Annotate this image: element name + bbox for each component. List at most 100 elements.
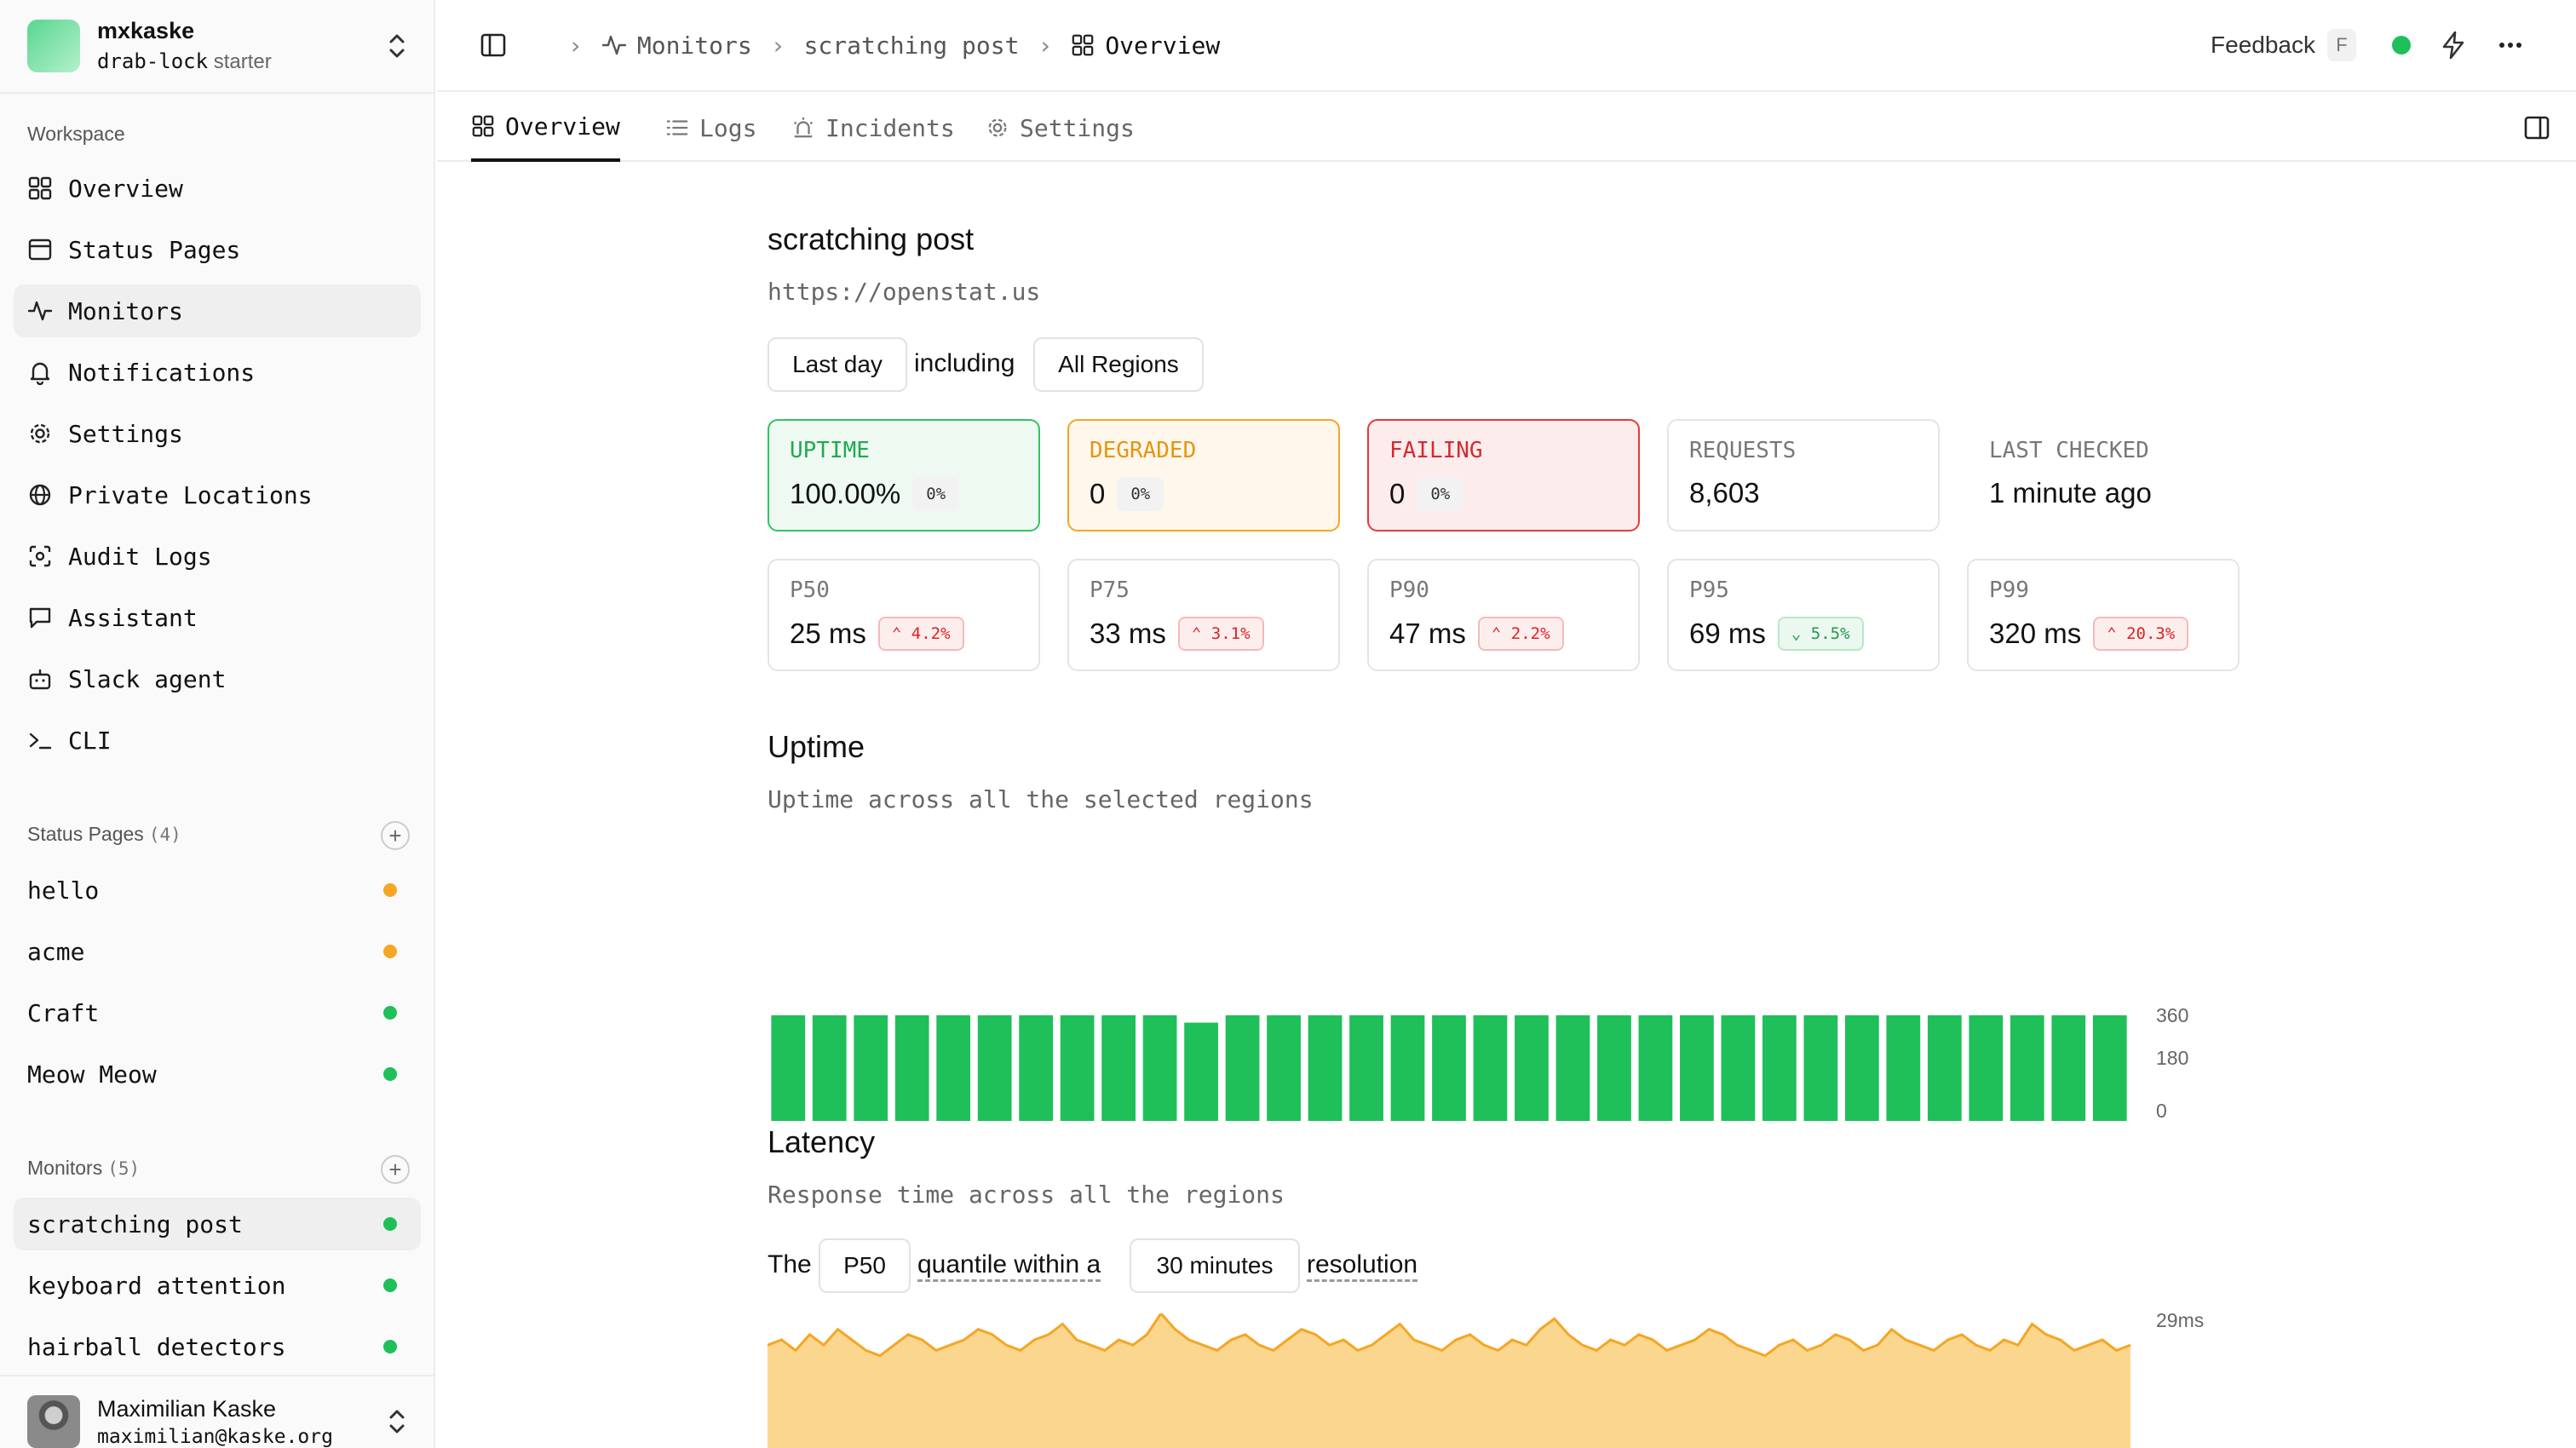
status-dot bbox=[383, 883, 397, 897]
tab-overview[interactable]: Overview bbox=[471, 94, 620, 162]
regions-select[interactable]: All Regions bbox=[1033, 337, 1204, 392]
uptime-bar[interactable] bbox=[854, 1015, 888, 1121]
sidebar-item-settings[interactable]: Settings bbox=[14, 407, 421, 460]
bell-icon bbox=[30, 362, 50, 385]
time-range-select[interactable]: Last day bbox=[768, 337, 907, 392]
uptime-bar[interactable] bbox=[1019, 1015, 1054, 1121]
chevrons-up-down-icon[interactable] bbox=[383, 29, 411, 63]
latency-label: P50 bbox=[790, 577, 830, 603]
uptime-bar[interactable] bbox=[1555, 1015, 1590, 1121]
latency-label: P95 bbox=[1689, 577, 1729, 603]
uptime-bar[interactable] bbox=[1597, 1015, 1631, 1121]
sidebar-item-assistant[interactable]: Assistant bbox=[14, 591, 421, 644]
stat-badge: 0% bbox=[1417, 477, 1464, 511]
uptime-bar[interactable] bbox=[2092, 1015, 2127, 1121]
uptime-bar[interactable] bbox=[1886, 1015, 1921, 1121]
uptime-bar[interactable] bbox=[1762, 1015, 1797, 1121]
monitors-section-label: Monitors (5) bbox=[27, 1157, 141, 1179]
sidebar-item-overview[interactable]: Overview bbox=[14, 162, 421, 215]
sidebar-item-audit-logs[interactable]: Audit Logs bbox=[14, 530, 421, 583]
panel-right-icon[interactable] bbox=[2523, 114, 2550, 141]
uptime-bar[interactable] bbox=[1721, 1015, 1756, 1121]
monitor-item[interactable]: keyboard attention bbox=[14, 1259, 421, 1312]
uptime-bar[interactable] bbox=[894, 1015, 929, 1121]
uptime-bar[interactable] bbox=[1638, 1015, 1673, 1121]
uptime-bar[interactable] bbox=[1349, 1015, 1383, 1121]
user-menu[interactable]: Maximilian Kaske maximilian@kaske.org bbox=[27, 1395, 411, 1448]
uptime-bar[interactable] bbox=[1308, 1015, 1343, 1121]
uptime-bar[interactable] bbox=[936, 1015, 971, 1121]
uptime-bar[interactable] bbox=[1927, 1015, 1962, 1121]
list-icon bbox=[666, 120, 688, 135]
status-dot bbox=[383, 1217, 397, 1231]
uptime-bar[interactable] bbox=[1390, 1015, 1425, 1121]
status-page-label: Meow Meow bbox=[27, 1060, 157, 1089]
uptime-bar[interactable] bbox=[1142, 1015, 1177, 1121]
uptime-bar[interactable] bbox=[1803, 1015, 1838, 1121]
sidebar-item-notifications[interactable]: Notifications bbox=[14, 346, 421, 399]
sidebar-item-private-locations[interactable]: Private Locations bbox=[14, 468, 421, 521]
breadcrumb-monitors[interactable]: Monitors bbox=[601, 32, 752, 60]
sidebar-toggle-icon[interactable] bbox=[480, 32, 507, 59]
uptime-bar[interactable] bbox=[1680, 1015, 1714, 1121]
activity-icon bbox=[27, 301, 53, 321]
status-page-item[interactable]: acme bbox=[14, 925, 421, 978]
tab-logs[interactable]: Logs bbox=[665, 94, 756, 162]
add-monitor-button[interactable]: + bbox=[381, 1155, 410, 1184]
sidebar-item-label: Slack agent bbox=[68, 664, 227, 693]
panel-icon bbox=[28, 238, 52, 261]
monitor-item[interactable]: hairball detectors bbox=[14, 1320, 421, 1373]
uptime-bar[interactable] bbox=[977, 1015, 1012, 1121]
uptime-bar[interactable] bbox=[2010, 1015, 2044, 1121]
stat-label: REQUESTS bbox=[1689, 438, 1797, 463]
uptime-bar[interactable] bbox=[2051, 1015, 2086, 1121]
terminal-icon bbox=[29, 733, 52, 750]
user-name: Maximilian Kaske bbox=[97, 1395, 277, 1422]
zap-icon[interactable] bbox=[2440, 30, 2467, 60]
tab-incidents[interactable]: Incidents bbox=[791, 94, 955, 162]
stat-card-failing: FAILING 0 0% bbox=[1367, 419, 1640, 532]
uptime-bar[interactable] bbox=[1101, 1015, 1136, 1121]
workspace-section-label: Workspace bbox=[27, 123, 125, 145]
breadcrumb-monitor[interactable]: scratching post bbox=[804, 32, 1020, 60]
uptime-bar[interactable] bbox=[1225, 1015, 1260, 1121]
uptime-bar[interactable] bbox=[812, 1015, 847, 1121]
quantile-select[interactable]: P50 bbox=[819, 1238, 911, 1293]
stat-value: 1 minute ago bbox=[1989, 477, 2152, 509]
monitor-label: keyboard attention bbox=[27, 1271, 286, 1300]
resolution-select[interactable]: 30 minutes bbox=[1130, 1238, 1300, 1293]
sidebar-item-monitors[interactable]: Monitors bbox=[14, 284, 421, 337]
status-page-item[interactable]: Craft bbox=[14, 986, 421, 1039]
latency-label: P99 bbox=[1989, 577, 2029, 603]
status-page-item[interactable]: Meow Meow bbox=[14, 1048, 421, 1100]
uptime-bar[interactable] bbox=[1060, 1015, 1095, 1121]
uptime-bar[interactable] bbox=[1184, 1022, 1218, 1121]
uptime-bar[interactable] bbox=[1432, 1015, 1466, 1121]
uptime-bar[interactable] bbox=[1515, 1015, 1549, 1121]
feedback-button[interactable]: Feedback bbox=[2211, 32, 2315, 59]
uptime-bar[interactable] bbox=[1473, 1015, 1508, 1121]
chevrons-up-down-icon[interactable] bbox=[383, 1405, 411, 1439]
sidebar-item-cli[interactable]: CLI bbox=[14, 714, 421, 767]
uptime-bar[interactable] bbox=[1969, 1015, 2004, 1121]
uptime-description: Uptime across all the selected regions bbox=[768, 785, 1314, 813]
x-tick-label: May 28 at 8:00 AM bbox=[1007, 1141, 1170, 1143]
grid-icon bbox=[28, 176, 52, 200]
sidebar-item-label: CLI bbox=[68, 726, 112, 755]
sidebar-item-slack-agent[interactable]: Slack agent bbox=[14, 652, 421, 705]
status-page-item[interactable]: hello bbox=[14, 864, 421, 916]
latency-delta-badge: ⌃ 3.1% bbox=[1177, 617, 1264, 651]
add-status-page-button[interactable]: + bbox=[381, 821, 410, 850]
monitor-item[interactable]: scratching post bbox=[14, 1198, 421, 1250]
uptime-bar[interactable] bbox=[771, 1015, 806, 1121]
monitor-label: scratching post bbox=[27, 1210, 243, 1238]
system-status-indicator[interactable] bbox=[2392, 36, 2411, 55]
workspace-switcher[interactable]: mxkaske drab-lock starter bbox=[27, 17, 411, 75]
x-tick-label: May 28 at 11:00 PM bbox=[1621, 1141, 1795, 1143]
more-horizontal-icon[interactable] bbox=[2496, 31, 2525, 60]
uptime-bar[interactable] bbox=[1267, 1015, 1301, 1121]
stat-card-uptime: UPTIME 100.00% 0% bbox=[768, 419, 1040, 532]
uptime-bar[interactable] bbox=[1844, 1015, 1879, 1121]
sidebar-item-status-pages[interactable]: Status Pages bbox=[14, 223, 421, 276]
tab-settings[interactable]: Settings bbox=[986, 94, 1135, 162]
